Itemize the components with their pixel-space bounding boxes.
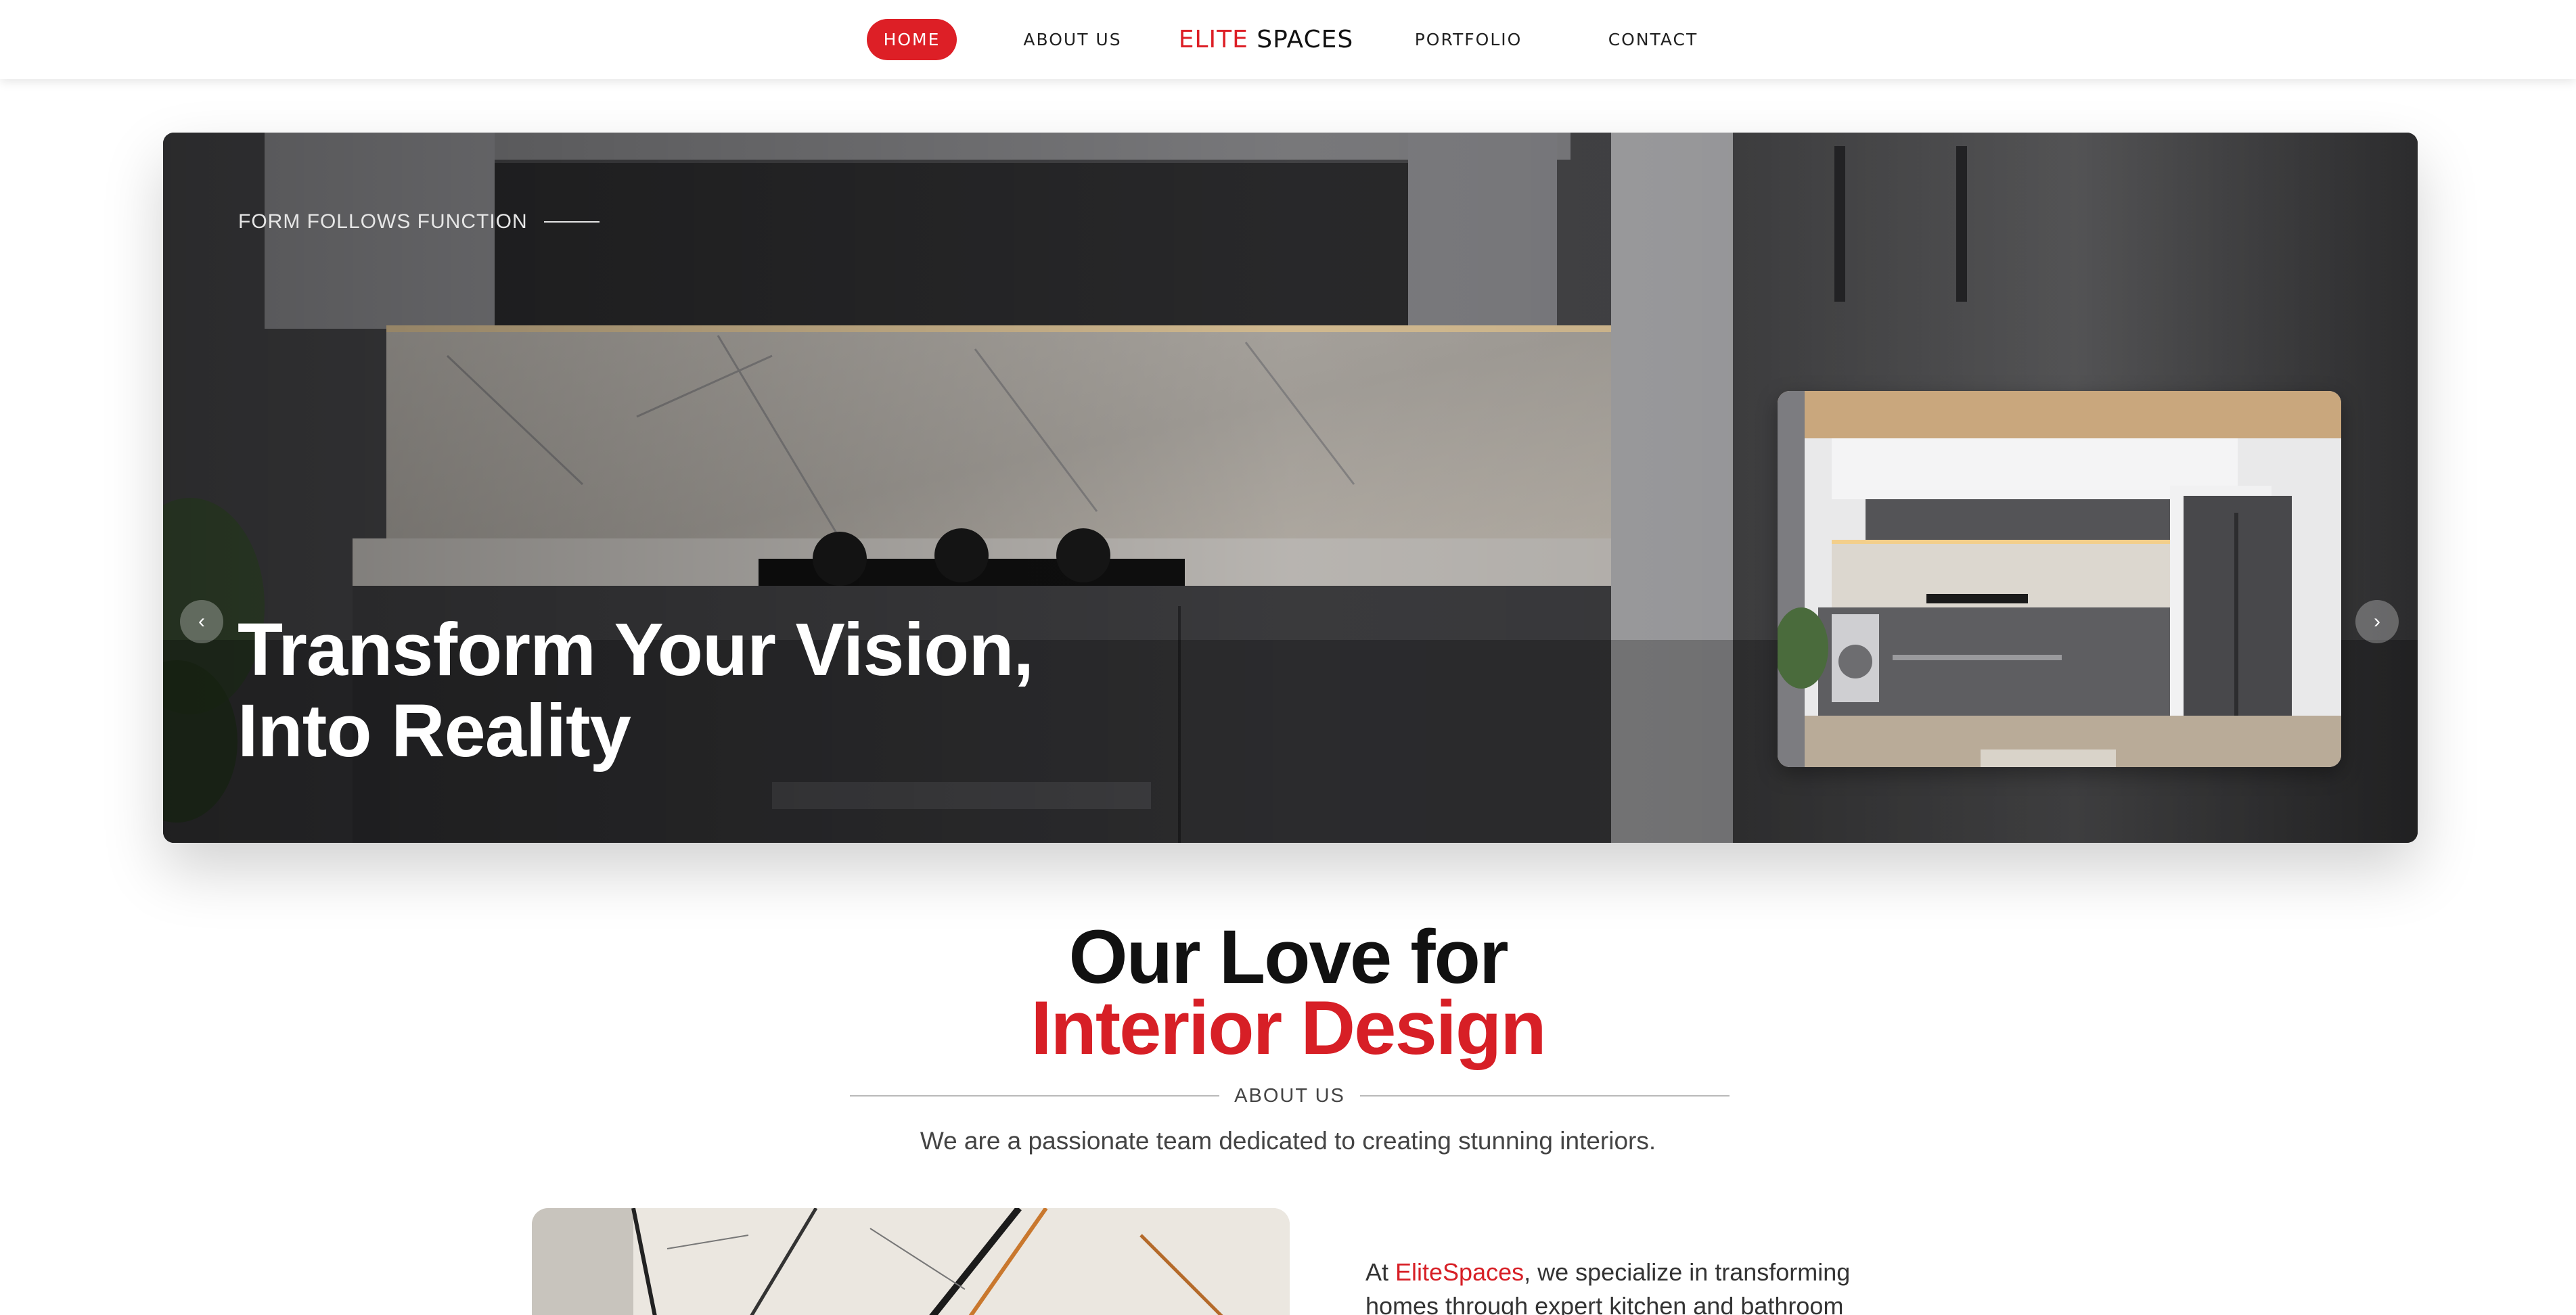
about-label: ABOUT US: [1234, 1084, 1345, 1107]
top-navbar: HOME ABOUT US ELITE SPACES PORTFOLIO CON…: [0, 0, 2576, 79]
carousel-next-button[interactable]: ›: [2355, 600, 2399, 643]
divider-right: [1359, 1095, 1730, 1097]
nav-portfolio-link[interactable]: PORTFOLIO: [1407, 19, 1529, 60]
carousel-prev-button[interactable]: ‹: [180, 600, 223, 643]
nav-about-link[interactable]: ABOUT US: [1015, 19, 1130, 60]
marble-image: [532, 1208, 1290, 1315]
hero-carousel: FORM FOLLOWS FUNCTION Transform Your Vis…: [163, 133, 2418, 843]
hero-title-line1: Transform Your Vision,: [238, 608, 1034, 691]
section-title-line2: Interior Design: [1031, 986, 1546, 1070]
nav-home-button[interactable]: HOME: [867, 19, 957, 60]
logo-word-elite: ELITE: [1178, 26, 1248, 53]
hero-title-line2: Into Reality: [238, 689, 631, 772]
nav-contact-link[interactable]: CONTACT: [1597, 19, 1709, 60]
divider-left: [850, 1095, 1220, 1097]
hero-eyebrow-text: FORM FOLLOWS FUNCTION: [238, 210, 528, 233]
about-label-row: ABOUT US: [850, 1082, 1730, 1109]
section-title-line1: Our Love for: [1068, 915, 1508, 999]
chevron-right-icon: ›: [2374, 610, 2380, 632]
marble-texture-icon: [532, 1208, 1290, 1315]
about-description: We are a passionate team dedicated to cr…: [920, 1127, 1656, 1155]
site-logo[interactable]: ELITE SPACES: [1177, 19, 1355, 60]
hero-eyebrow: FORM FOLLOWS FUNCTION: [238, 210, 600, 233]
hero-thumbnail-image[interactable]: [1778, 391, 2341, 767]
chevron-left-icon: ‹: [198, 610, 205, 632]
kitchen-thumbnail-icon: [1778, 391, 2341, 767]
about-paragraph: At EliteSpaces, we specialize in transfo…: [1365, 1255, 1866, 1315]
logo-word-spaces: SPACES: [1257, 26, 1354, 53]
hero-title: Transform Your Vision, Into Reality: [238, 609, 1185, 772]
eyebrow-divider: [543, 221, 600, 223]
brand-name: EliteSpaces: [1395, 1258, 1524, 1286]
about-text-prefix: At: [1365, 1258, 1396, 1286]
